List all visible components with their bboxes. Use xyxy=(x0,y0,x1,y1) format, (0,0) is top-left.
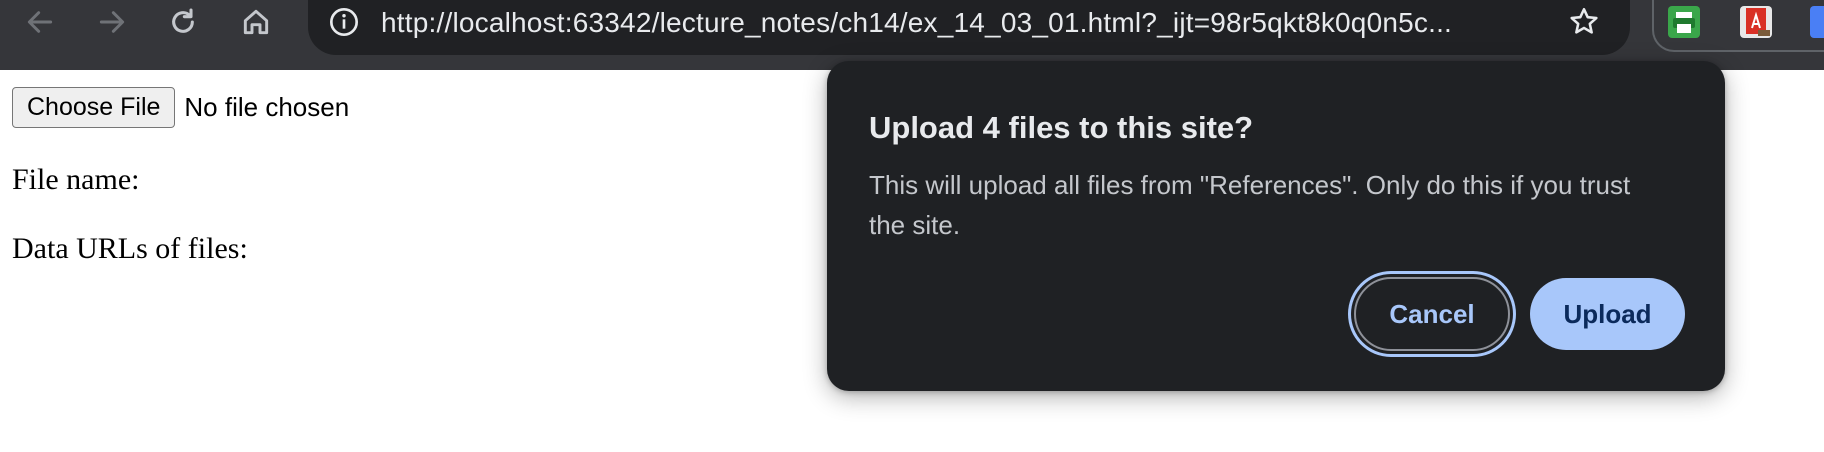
pdf-extension-icon[interactable] xyxy=(1740,6,1772,38)
star-icon[interactable] xyxy=(1564,2,1604,42)
info-icon[interactable] xyxy=(326,4,362,40)
cancel-button[interactable]: Cancel xyxy=(1354,277,1510,351)
home-icon[interactable] xyxy=(231,0,281,44)
file-input[interactable]: Choose File No file chosen xyxy=(12,87,349,128)
google-extension-icon[interactable] xyxy=(1810,6,1824,38)
upload-button[interactable]: Upload xyxy=(1530,278,1685,350)
upload-confirm-dialog: Upload 4 files to this site? This will u… xyxy=(827,61,1725,391)
data-urls-label: Data URLs of files: xyxy=(12,232,248,265)
forward-arrow-icon[interactable] xyxy=(87,0,137,44)
back-arrow-icon[interactable] xyxy=(15,0,65,44)
dialog-title: Upload 4 files to this site? xyxy=(869,110,1254,145)
reload-icon[interactable] xyxy=(158,0,208,44)
file-name-label: File name: xyxy=(12,163,140,196)
dialog-message: This will upload all files from "Referen… xyxy=(869,170,1631,240)
url-text[interactable]: http://localhost:63342/lecture_notes/ch1… xyxy=(381,6,1541,40)
choose-file-button[interactable]: Choose File xyxy=(12,87,176,128)
file-status-text: No file chosen xyxy=(184,92,350,122)
address-bar[interactable]: http://localhost:63342/lecture_notes/ch1… xyxy=(308,0,1630,55)
browser-toolbar: http://localhost:63342/lecture_notes/ch1… xyxy=(0,0,1824,70)
printer-extension-icon[interactable] xyxy=(1668,6,1700,38)
